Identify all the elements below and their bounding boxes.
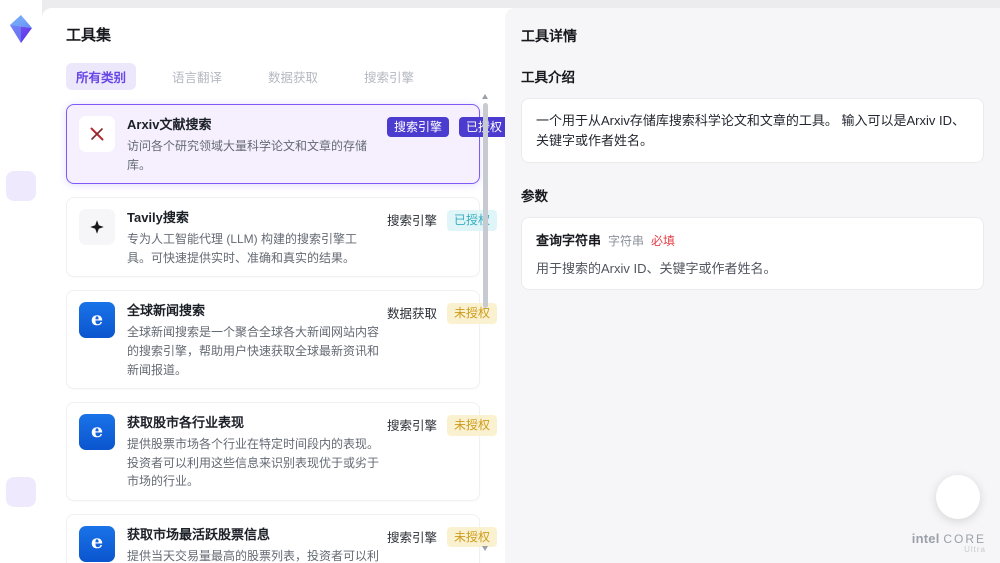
- tool-name: 全球新闻搜索: [127, 303, 206, 319]
- sidebar-item-account[interactable]: [6, 477, 36, 507]
- tool-description: 专为人工智能代理 (LLM) 构建的搜索引擎工具。可快速提供实时、准确和真实的结…: [127, 232, 358, 265]
- brand-intel: intel: [911, 530, 940, 546]
- param-description: 用于搜索的Arxiv ID、关键字或作者姓名。: [536, 261, 777, 276]
- tool-description: 访问各个研究领域大量科学论文和文章的存储库。: [127, 139, 368, 172]
- news-e-icon: e: [79, 302, 115, 339]
- category-tabs: 所有类别 语言翻译 数据获取 搜索引擎: [66, 63, 481, 90]
- app-logo: [7, 14, 35, 49]
- detail-title: 工具详情: [521, 28, 577, 44]
- param-required-badge: 必填: [651, 234, 676, 248]
- param-name: 查询字符串: [536, 233, 602, 248]
- tool-detail-pane: 工具详情 工具介绍 一个用于从Arxiv存储库搜索科学论文和文章的工具。 输入可…: [505, 8, 1000, 563]
- tool-list-pane: 工具集 所有类别 语言翻译 数据获取 搜索引擎 Arxiv文献搜索 访问各个研究…: [42, 8, 510, 563]
- tool-card-active-stocks[interactable]: e 获取市场最活跃股票信息 提供当天交易量最高的股票列表，投资者可以利用这些信息…: [66, 513, 498, 563]
- tool-card-tavily[interactable]: Tavily搜索 专为人工智能代理 (LLM) 构建的搜索引擎工具。可快速提供实…: [66, 197, 498, 278]
- sidebar-item-chat[interactable]: [6, 79, 36, 109]
- param-type: 字符串: [608, 234, 645, 248]
- sidebar-item-files[interactable]: [6, 125, 36, 155]
- page-title: 工具集: [66, 27, 112, 44]
- tool-description: 全球新闻搜索是一个聚合全球各大新闻网站内容的搜索引擎，帮助用户快速获取全球最新资…: [127, 325, 380, 377]
- tab-language-translation[interactable]: 语言翻译: [162, 63, 232, 90]
- tool-description: 提供当天交易量最高的股票列表，投资者可以利用这些信息来识别流动性强的股票和潜在的…: [127, 548, 380, 563]
- category-label: 数据获取: [387, 307, 438, 322]
- tool-card-stock-sectors[interactable]: e 获取股市各行业表现 提供股票市场各个行业在特定时间段内的表现。投资者可以利用…: [66, 402, 498, 501]
- sparkle-icon: [79, 209, 115, 246]
- sidebar-item-settings[interactable]: [6, 263, 36, 293]
- status-badge: 未授权: [447, 415, 498, 436]
- scrollbar-down-arrow[interactable]: [482, 546, 488, 551]
- tool-name: 获取股市各行业表现: [127, 415, 245, 431]
- intro-box: 一个用于从Arxiv存储库搜索科学论文和文章的工具。 输入可以是Arxiv ID…: [521, 98, 984, 163]
- status-badge: 未授权: [447, 303, 498, 324]
- intro-heading: 工具介绍: [521, 70, 575, 85]
- download-button[interactable]: [936, 475, 980, 519]
- sidebar: [0, 0, 42, 563]
- brand-tier: Ultra: [964, 545, 986, 555]
- scrollbar-thumb[interactable]: [483, 103, 488, 308]
- tool-card-arxiv[interactable]: Arxiv文献搜索 访问各个研究领域大量科学论文和文章的存储库。 搜索引擎 已授…: [66, 104, 510, 185]
- arxiv-x-icon: [79, 116, 115, 152]
- tab-data-fetch[interactable]: 数据获取: [258, 63, 328, 90]
- tool-name: Tavily搜索: [127, 210, 189, 226]
- tool-card-global-news[interactable]: e 全球新闻搜索 全球新闻搜索是一个聚合全球各大新闻网站内容的搜索引擎，帮助用户…: [66, 290, 498, 390]
- params-heading: 参数: [521, 189, 548, 204]
- tool-name: Arxiv文献搜索: [127, 117, 212, 132]
- category-label: 搜索引擎: [387, 419, 438, 434]
- intel-core-logo: intel CORE Ultra: [911, 530, 986, 555]
- tab-search-engine[interactable]: 搜索引擎: [354, 63, 424, 90]
- sidebar-item-collapse[interactable]: [6, 519, 36, 549]
- status-badge: 已授权: [447, 210, 498, 231]
- tab-all-categories[interactable]: 所有类别: [66, 63, 137, 90]
- category-label: 搜索引擎: [387, 530, 438, 545]
- param-box: 查询字符串 字符串 必填 用于搜索的Arxiv ID、关键字或作者姓名。: [521, 217, 984, 290]
- brand-core: CORE: [943, 531, 986, 546]
- list-scrollbar[interactable]: [482, 94, 489, 551]
- main-content: 工具集 所有类别 语言翻译 数据获取 搜索引擎 Arxiv文献搜索 访问各个研究…: [42, 8, 1000, 563]
- category-label: 搜索引擎: [387, 214, 438, 229]
- sidebar-item-models[interactable]: [6, 217, 36, 247]
- category-badge: 搜索引擎: [387, 117, 450, 138]
- news-e-icon: e: [79, 414, 115, 451]
- tool-name: 获取市场最活跃股票信息: [127, 526, 271, 542]
- sidebar-item-tools[interactable]: [6, 171, 36, 201]
- news-e-icon: e: [79, 525, 115, 562]
- intro-text: 一个用于从Arxiv存储库搜索科学论文和文章的工具。 输入可以是Arxiv ID…: [536, 113, 966, 148]
- tool-description: 提供股票市场各个行业在特定时间段内的表现。投资者可以利用这些信息来识别表现优于或…: [127, 437, 380, 489]
- scrollbar-up-arrow[interactable]: [482, 94, 488, 99]
- tool-list: Arxiv文献搜索 访问各个研究领域大量科学论文和文章的存储库。 搜索引擎 已授…: [66, 104, 510, 563]
- status-badge: 未授权: [447, 526, 498, 548]
